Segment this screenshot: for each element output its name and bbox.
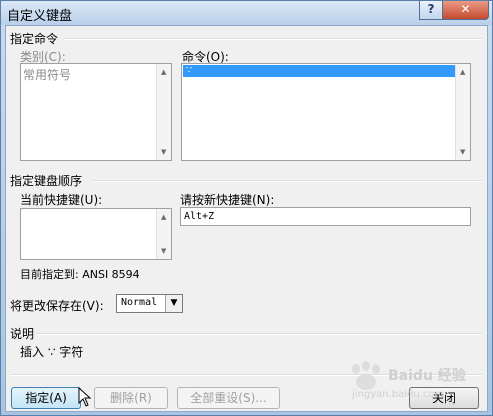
commands-list[interactable]: ∵ ▲ ▼: [181, 63, 471, 161]
new-shortcut-input[interactable]: Alt+Z: [180, 207, 471, 226]
close-window-button[interactable]: ✕: [442, 1, 489, 20]
categories-scrollbar[interactable]: ▲ ▼: [156, 64, 171, 160]
watermark-brand: Baidu 经验: [388, 368, 466, 384]
reset-all-button[interactable]: 全部重设(S)...: [177, 387, 280, 409]
scroll-down-icon[interactable]: ▼: [161, 148, 166, 156]
help-button[interactable]: ?: [419, 1, 443, 20]
scroll-up-icon[interactable]: ▲: [161, 213, 166, 221]
save-in-value: Normal: [121, 297, 158, 308]
current-keys-label: 当前快捷键(U):: [20, 193, 103, 207]
group-divider: [64, 38, 482, 40]
category-item[interactable]: 常用符号: [23, 66, 71, 83]
baidu-watermark: Baidu 经验 jingyan.baidu.com: [346, 361, 476, 406]
title-bar: 自定义键盘 ? ✕: [1, 1, 492, 25]
paw-logo-icon: [352, 361, 380, 390]
scroll-up-icon[interactable]: ▲: [161, 68, 166, 76]
specify-command-group-label: 指定命令: [10, 32, 59, 46]
current-keys-list[interactable]: ▲ ▼: [20, 208, 172, 260]
keyboard-sequence-group-label: 指定键盘顺序: [10, 174, 83, 188]
dialog-body: 指定命令 类别(C): 常用符号 ▲ ▼ 命令(O): ∵ ▲ ▼ 指定键盘顺序…: [5, 25, 488, 412]
categories-list[interactable]: 常用符号 ▲ ▼: [20, 63, 172, 161]
description-text: 插入 ∵ 字符: [20, 345, 84, 359]
window-title: 自定义键盘: [7, 9, 73, 24]
description-group-label: 说明: [10, 327, 35, 341]
remove-button[interactable]: 删除(R): [94, 387, 168, 409]
assign-button[interactable]: 指定(A): [11, 387, 81, 409]
command-item-selected[interactable]: ∵: [183, 65, 455, 77]
mouse-pointer-icon: [78, 387, 92, 407]
scroll-down-icon[interactable]: ▼: [460, 148, 465, 156]
scroll-up-icon[interactable]: ▲: [460, 68, 465, 76]
current-keys-scrollbar[interactable]: ▲ ▼: [156, 209, 171, 259]
new-key-label: 请按新快捷键(N):: [180, 193, 275, 207]
customize-keyboard-dialog: 自定义键盘 ? ✕ 指定命令 类别(C): 常用符号 ▲ ▼ 命令(O): ∵ …: [0, 0, 493, 416]
chevron-down-icon[interactable]: ▼: [165, 295, 182, 312]
currently-assigned-text: 目前指定到: ANSI 8594: [20, 268, 140, 281]
commands-scrollbar[interactable]: ▲ ▼: [455, 64, 470, 160]
scroll-down-icon[interactable]: ▼: [161, 247, 166, 255]
watermark-url: jingyan.baidu.com: [352, 389, 445, 400]
save-in-select[interactable]: Normal ▼: [116, 294, 183, 313]
save-changes-in-label: 将更改保存在(V):: [10, 299, 104, 313]
group-divider: [36, 333, 482, 335]
group-divider: [92, 180, 482, 182]
